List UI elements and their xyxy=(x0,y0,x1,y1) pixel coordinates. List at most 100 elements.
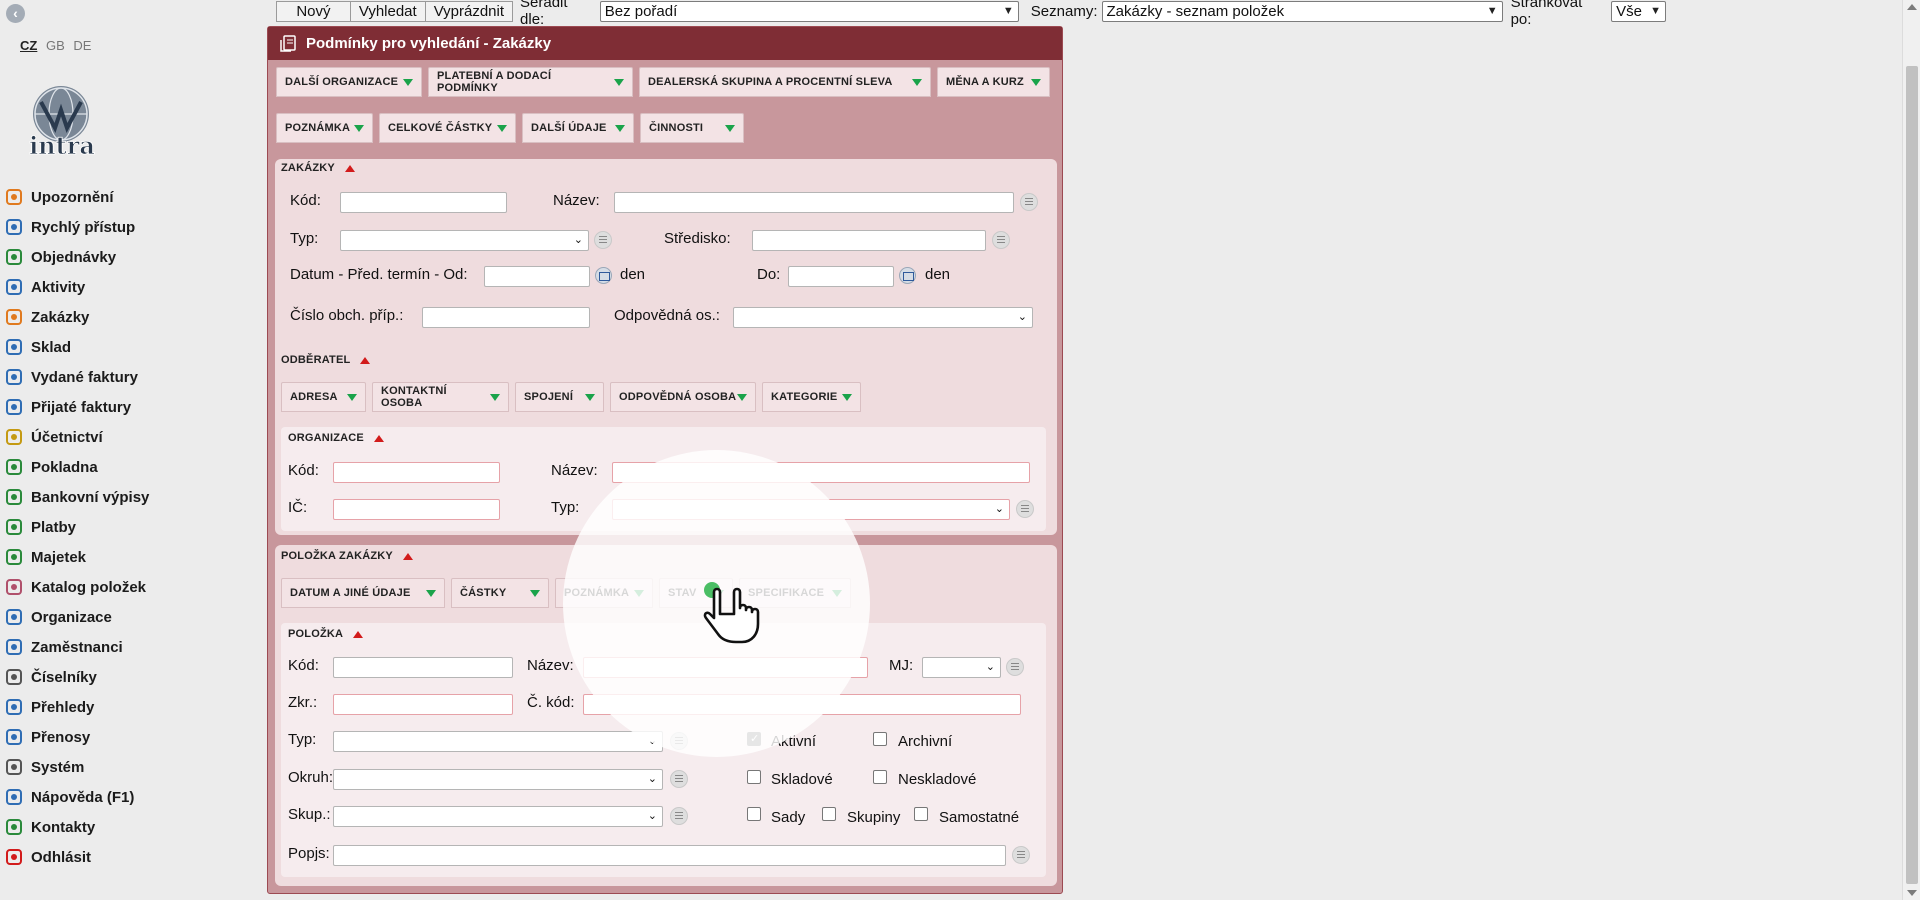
tab-contact-person[interactable]: Kontaktní osoba xyxy=(372,382,509,412)
tab-specification[interactable]: Specifikace xyxy=(739,578,851,608)
sets-checkbox[interactable] xyxy=(747,807,761,821)
active-checkbox[interactable] xyxy=(747,732,761,746)
scroll-down-icon[interactable] xyxy=(1907,890,1917,896)
sidebar-item-coins[interactable]: Platby xyxy=(4,512,149,542)
sidebar-item-bank[interactable]: Bankovní výpisy xyxy=(4,482,149,512)
sidebar-item-sync[interactable]: Přenosy xyxy=(4,722,149,752)
tab-amounts[interactable]: Částky xyxy=(451,578,549,608)
order-center-options-icon[interactable] xyxy=(992,231,1010,249)
sidebar-item-invoice-in[interactable]: Přijaté faktury xyxy=(4,392,149,422)
search-button[interactable]: Vyhledat xyxy=(349,0,426,22)
tab-currency[interactable]: Měna a kurz xyxy=(937,67,1050,97)
item-type-options-icon[interactable] xyxy=(670,732,688,750)
tab-connection[interactable]: Spojení xyxy=(515,382,604,412)
lists-select[interactable]: Zakázky - seznam položek ▼ xyxy=(1101,0,1503,22)
sidebar-item-tiles[interactable]: Rychlý přístup xyxy=(4,212,149,242)
sidebar-item-warehouse[interactable]: Sklad xyxy=(4,332,149,362)
tab-dealer-group[interactable]: Dealerská skupina a procentní sleva xyxy=(639,67,931,97)
item-group-select[interactable]: ⌄ xyxy=(333,806,663,827)
intra-logo[interactable]: intra xyxy=(19,84,105,160)
paging-select[interactable]: Vše ▼ xyxy=(1611,0,1666,22)
customer-section-title[interactable]: ODBĚRATEL xyxy=(281,354,371,366)
tab-activities[interactable]: Činnosti xyxy=(640,113,744,143)
order-center-input[interactable] xyxy=(752,230,986,251)
page-scrollbar[interactable] xyxy=(1902,0,1920,900)
sidebar-item-employee[interactable]: Zaměstnanci xyxy=(4,632,149,662)
sidebar-item-clock[interactable]: Aktivity xyxy=(4,272,149,302)
order-name-options-icon[interactable] xyxy=(1020,193,1038,211)
calendar-icon[interactable] xyxy=(899,267,916,284)
org-ic-input[interactable] xyxy=(333,499,500,520)
item-abbr-input[interactable] xyxy=(333,694,513,715)
order-type-options-icon[interactable] xyxy=(594,231,612,249)
sidebar-item-building[interactable]: Organizace xyxy=(4,602,149,632)
tab-payment-delivery[interactable]: Platební a dodací podmínky xyxy=(428,67,633,97)
tab-category[interactable]: Kategorie xyxy=(762,382,861,412)
item-unit-options-icon[interactable] xyxy=(1006,658,1024,676)
org-code-input[interactable] xyxy=(333,462,500,483)
order-item-section-title[interactable]: POLOŽKA ZAKÁZKY xyxy=(281,550,413,562)
sidebar-item-tag[interactable]: Katalog položek xyxy=(4,572,149,602)
archive-checkbox[interactable] xyxy=(873,732,887,746)
tab-address[interactable]: Adresa xyxy=(281,382,366,412)
sidebar-item-assets[interactable]: Majetek xyxy=(4,542,149,572)
order-name-input[interactable] xyxy=(614,192,1014,213)
lang-de[interactable]: DE xyxy=(73,38,91,53)
order-case-input[interactable] xyxy=(422,307,590,328)
item-group-options-icon[interactable] xyxy=(670,807,688,825)
tab-date-other[interactable]: Datum a jiné údaje xyxy=(281,578,445,608)
nonstock-checkbox[interactable] xyxy=(873,770,887,784)
sidebar-item-cart[interactable]: Objednávky xyxy=(4,242,149,272)
sidebar-item-wrench[interactable]: Systém xyxy=(4,752,149,782)
tab-other-organizations[interactable]: Další organizace xyxy=(276,67,422,97)
item-area-options-icon[interactable] xyxy=(670,770,688,788)
sidebar-item-help[interactable]: Nápověda (F1) xyxy=(4,782,149,812)
item-code-input[interactable] xyxy=(333,657,513,678)
order-code-input[interactable] xyxy=(340,192,507,213)
lang-gb[interactable]: GB xyxy=(46,38,65,53)
order-type-select[interactable]: ⌄ xyxy=(340,230,589,251)
tab-status[interactable]: Stav xyxy=(659,578,733,608)
sidebar-item-cashbox[interactable]: Pokladna xyxy=(4,452,149,482)
order-responsible-select[interactable]: ⌄ xyxy=(733,307,1033,328)
sidebar-item-power[interactable]: Odhlásit xyxy=(4,842,149,872)
org-type-options-icon[interactable] xyxy=(1016,500,1034,518)
sidebar-item-at[interactable]: Kontakty xyxy=(4,812,149,842)
item-unit-select[interactable]: ⌄ xyxy=(922,657,1001,678)
clear-button[interactable]: Vyprázdnit xyxy=(424,0,514,22)
org-name-input[interactable] xyxy=(612,462,1030,483)
new-button[interactable]: Nový xyxy=(276,0,351,22)
item-name-input[interactable] xyxy=(583,657,868,678)
groups-checkbox[interactable] xyxy=(822,807,836,821)
organization-title[interactable]: ORGANIZACE xyxy=(288,432,384,444)
tab-item-note[interactable]: Poznámka xyxy=(555,578,653,608)
orders-section-title[interactable]: ZAKÁZKY xyxy=(281,162,355,174)
scroll-up-icon[interactable] xyxy=(1907,4,1917,10)
tab-total-amounts[interactable]: Celkové částky xyxy=(379,113,516,143)
sidebar-item-gear[interactable]: Číselníky xyxy=(4,662,149,692)
back-arrow-icon[interactable]: ‹ xyxy=(6,4,25,23)
org-type-select[interactable]: ⌄ xyxy=(612,499,1010,520)
single-checkbox[interactable] xyxy=(914,807,928,821)
order-date-from-input[interactable] xyxy=(484,266,590,287)
sidebar-item-invoice-out[interactable]: Vydané faktury xyxy=(4,362,149,392)
item-area-select[interactable]: ⌄ xyxy=(333,769,663,790)
item-title[interactable]: POLOŽKA xyxy=(288,628,364,640)
item-type-select[interactable]: ⌄ xyxy=(333,731,663,752)
sidebar-item-bell[interactable]: Upozornění xyxy=(4,182,149,212)
tab-responsible-person[interactable]: Odpovědná osoba xyxy=(610,382,756,412)
item-ccode-input[interactable] xyxy=(583,694,1021,715)
tab-note[interactable]: Poznámka xyxy=(276,113,373,143)
stock-checkbox[interactable] xyxy=(747,770,761,784)
sidebar-item-order[interactable]: Zakázky xyxy=(4,302,149,332)
lang-cz[interactable]: CZ xyxy=(20,38,37,53)
item-desc-options-icon[interactable] xyxy=(1012,846,1030,864)
calendar-icon[interactable] xyxy=(595,267,612,284)
scrollbar-thumb[interactable] xyxy=(1906,66,1918,884)
item-desc-input[interactable] xyxy=(333,845,1006,866)
sort-select[interactable]: Bez pořadí ▼ xyxy=(599,0,1019,22)
order-date-to-input[interactable] xyxy=(788,266,894,287)
sidebar-item-list[interactable]: Přehledy xyxy=(4,692,149,722)
sidebar-item-ledger[interactable]: Účetnictví xyxy=(4,422,149,452)
tab-other-data[interactable]: Další údaje xyxy=(522,113,634,143)
